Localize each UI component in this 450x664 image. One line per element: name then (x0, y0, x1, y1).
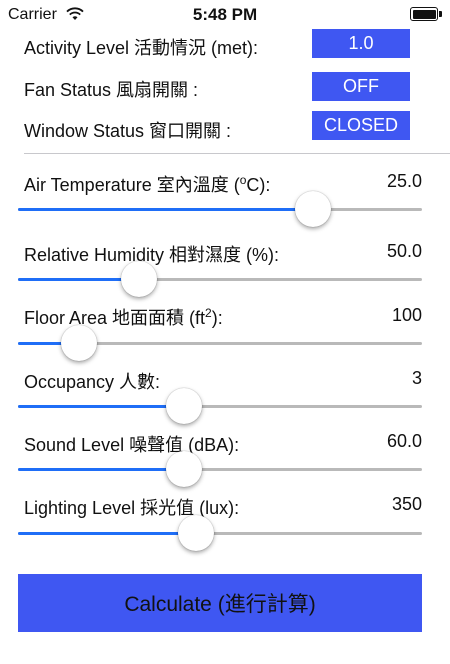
occupancy-slider-fill (18, 405, 184, 408)
occupancy-slider-thumb[interactable] (165, 388, 202, 424)
status-time: 5:48 PM (192, 5, 258, 24)
air-temperature-slider-fill (18, 208, 313, 211)
relative-humidity-slider-thumb[interactable] (121, 261, 158, 297)
battery-icon (410, 7, 438, 21)
occupancy-slider[interactable] (18, 388, 422, 424)
floor-area-label-text: Floor Area 地面面積 (ft (24, 308, 206, 328)
air-temperature-value: 25.0 (386, 171, 422, 191)
air-temperature-slider-thumb[interactable] (294, 191, 331, 227)
relative-humidity-value: 50.0 (386, 241, 422, 261)
air-temperature-slider[interactable] (18, 191, 422, 227)
air-temperature-label-text: Air Temperature 室內溫度 ( (24, 175, 240, 195)
relative-humidity-slider[interactable] (18, 261, 422, 297)
floor-area-slider-thumb[interactable] (60, 325, 97, 361)
screen: Carrier 5:48 PM Activity Level 活動情況 (met… (0, 0, 450, 664)
sound-level-slider-fill (18, 468, 184, 471)
window-status-button[interactable]: CLOSED (312, 111, 410, 140)
sound-level-value: 60.0 (386, 431, 422, 451)
lighting-level-slider-thumb[interactable] (177, 515, 214, 551)
activity-level-button[interactable]: 1.0 (312, 29, 410, 58)
squared-sup: 2 (205, 306, 212, 320)
lighting-level-value: 350 (391, 494, 422, 514)
sound-level-slider-thumb[interactable] (165, 451, 202, 487)
lighting-level-slider[interactable] (18, 515, 422, 551)
sound-level-slider[interactable] (18, 451, 422, 487)
sound-level-label: Sound Level 噪聲值 (dBA): (24, 435, 240, 455)
floor-area-slider[interactable] (18, 325, 422, 361)
air-temperature-label: Air Temperature 室內溫度 (oC): (24, 171, 270, 197)
air-temperature-label-unit: C): (246, 175, 271, 195)
window-status-label: Window Status 窗口開關 : (24, 121, 232, 141)
occupancy-label: Occupancy 人數: (24, 372, 161, 392)
fan-status-label: Fan Status 風扇開關 : (24, 80, 199, 100)
calculate-button[interactable]: Calculate (進行計算) (18, 574, 422, 632)
lighting-level-label: Lighting Level 採光值 (lux): (24, 498, 240, 518)
floor-area-label: Floor Area 地面面積 (ft2): (24, 304, 223, 330)
floor-area-label-unit: ): (211, 308, 223, 328)
activity-level-label: Activity Level 活動情況 (met): (24, 38, 259, 58)
status-bar: Carrier 5:48 PM (0, 0, 450, 30)
fan-status-button[interactable]: OFF (312, 72, 410, 101)
battery-tip (439, 11, 442, 17)
relative-humidity-label: Relative Humidity 相對濕度 (%): (24, 245, 280, 265)
divider (24, 153, 450, 154)
lighting-level-slider-fill (18, 532, 196, 535)
occupancy-value: 3 (411, 368, 422, 388)
floor-area-value: 100 (391, 305, 422, 325)
